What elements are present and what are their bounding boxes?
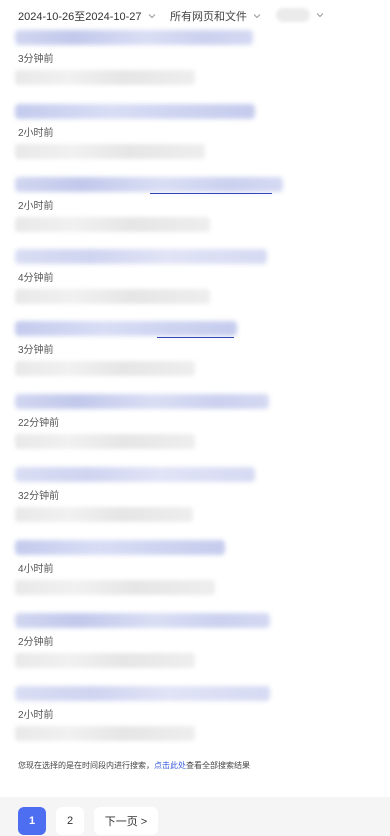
chevron-down-icon — [148, 14, 155, 19]
result-title-link[interactable] — [15, 104, 255, 119]
result-snippet — [15, 507, 193, 522]
search-result: 32分钟前 — [0, 467, 390, 539]
result-snippet — [15, 653, 195, 668]
result-title-link[interactable] — [15, 686, 270, 701]
search-result: 3分钟前 — [0, 321, 390, 393]
result-time: 2小时前 — [18, 128, 54, 139]
result-time: 3分钟前 — [18, 345, 54, 356]
title-underline — [157, 337, 234, 338]
search-result: 4小时前 — [0, 540, 390, 612]
result-time: 3分钟前 — [18, 54, 54, 65]
page-2-button[interactable]: 2 — [56, 807, 84, 835]
result-title-link[interactable] — [15, 467, 255, 482]
result-snippet — [15, 217, 210, 232]
file-type-label: 所有网页和文件 — [170, 11, 247, 23]
search-result: 2小时前 — [0, 686, 390, 758]
search-result: 22分钟前 — [0, 394, 390, 466]
date-range-dropdown[interactable]: 2024-10-26至2024-10-27 — [18, 8, 156, 24]
search-result: 2分钟前 — [0, 613, 390, 685]
result-title-link[interactable] — [15, 30, 253, 45]
result-snippet — [15, 144, 205, 159]
chevron-down-icon — [253, 14, 261, 19]
page-1-button[interactable]: 1 — [18, 807, 46, 835]
title-underline — [150, 193, 272, 194]
result-snippet — [15, 580, 215, 595]
blurred-site-filter-label — [276, 8, 310, 22]
result-snippet — [15, 70, 195, 85]
result-snippet — [15, 726, 195, 741]
result-title-link[interactable] — [15, 613, 270, 628]
notice-suffix: 查看全部搜索结果 — [186, 761, 250, 770]
result-title-link[interactable] — [15, 249, 267, 264]
result-time: 4分钟前 — [18, 273, 54, 284]
search-result: 3分钟前 — [0, 30, 390, 102]
result-title-link[interactable] — [15, 540, 225, 555]
result-time: 22分钟前 — [18, 418, 60, 429]
next-page-button[interactable]: 下一页 > — [94, 807, 158, 835]
show-all-results-link[interactable]: 点击此处 — [154, 761, 186, 770]
chevron-down-icon — [316, 13, 324, 18]
pagination: 1 2 下一页 > — [0, 797, 390, 836]
date-range-label: 2024-10-26至2024-10-27 — [18, 11, 142, 23]
search-result: 4分钟前 — [0, 249, 390, 321]
result-time: 2小时前 — [18, 201, 54, 212]
result-title-link[interactable] — [15, 177, 283, 192]
time-filter-notice: 您现在选择的是在时间段内进行搜索，点击此处查看全部搜索结果 — [18, 760, 250, 771]
search-result: 2小时前 — [0, 104, 390, 176]
site-filter-dropdown[interactable] — [276, 8, 324, 22]
result-snippet — [15, 361, 195, 376]
result-time: 32分钟前 — [18, 491, 60, 502]
result-time: 4小时前 — [18, 564, 54, 575]
notice-prefix: 您现在选择的是在时间段内进行搜索， — [18, 761, 154, 770]
result-snippet — [15, 434, 195, 449]
result-snippet — [15, 289, 210, 304]
result-title-link[interactable] — [15, 321, 237, 336]
result-time: 2分钟前 — [18, 637, 54, 648]
search-filter-bar: 2024-10-26至2024-10-27 所有网页和文件 — [0, 0, 390, 30]
search-result: 2小时前 — [0, 177, 390, 249]
file-type-dropdown[interactable]: 所有网页和文件 — [170, 8, 261, 24]
result-title-link[interactable] — [15, 394, 269, 409]
result-time: 2小时前 — [18, 710, 54, 721]
